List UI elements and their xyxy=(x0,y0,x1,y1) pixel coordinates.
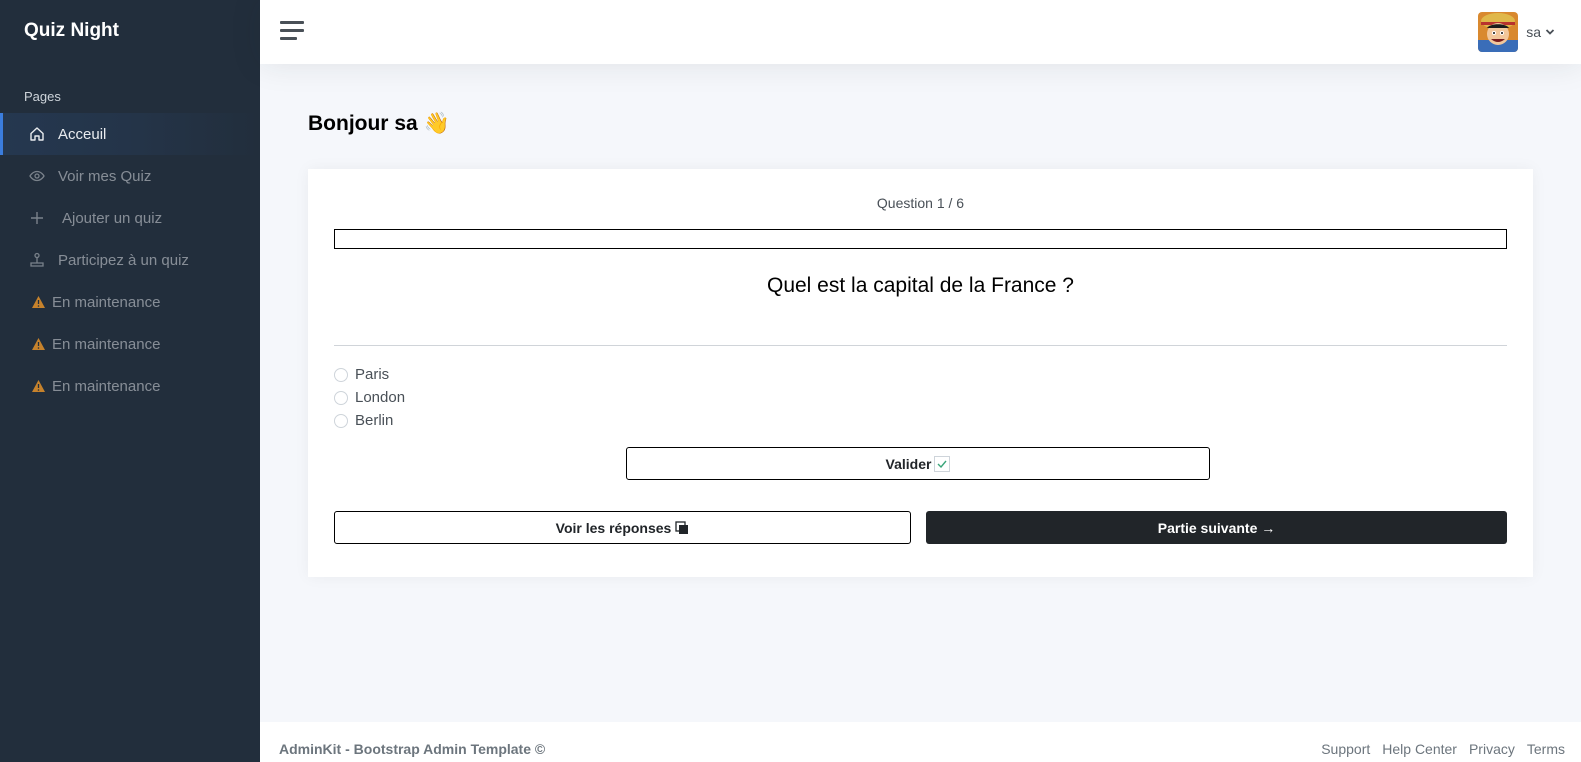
plus-icon xyxy=(28,209,46,227)
answer-option-paris[interactable]: Paris xyxy=(334,363,405,386)
sidebar-item-maintenance-3[interactable]: En maintenance xyxy=(0,365,260,407)
check-icon xyxy=(934,455,951,472)
validate-label: Valider xyxy=(885,455,932,472)
footer-link-privacy[interactable]: Privacy xyxy=(1469,741,1515,757)
radio-button[interactable] xyxy=(334,367,348,382)
sidebar-item-participez[interactable]: Participez à un quiz xyxy=(0,239,260,281)
home-icon xyxy=(28,125,46,143)
radio-button[interactable] xyxy=(334,413,348,428)
sidebar-item-maintenance-1[interactable]: En maintenance xyxy=(0,281,260,323)
main-content: Bonjour sa 👋 Question 1 / 6 Quel est la … xyxy=(260,64,1581,722)
next-part-button[interactable]: Partie suivante → xyxy=(926,511,1507,544)
sidebar-item-ajouter-un-quiz[interactable]: Ajouter un quiz xyxy=(0,197,260,239)
user-menu[interactable]: sa xyxy=(1478,12,1555,52)
answer-option-london[interactable]: London xyxy=(334,386,405,409)
warning-icon xyxy=(30,335,46,353)
answer-label: Paris xyxy=(355,366,390,383)
sidebar-item-label: En maintenance xyxy=(52,335,161,353)
sidebar-item-acceuil[interactable]: Acceuil xyxy=(0,113,260,155)
warning-icon xyxy=(30,293,46,311)
answer-option-berlin[interactable]: Berlin xyxy=(334,409,405,432)
copy-icon xyxy=(675,520,689,535)
radio-button[interactable] xyxy=(334,390,348,405)
quiz-card: Question 1 / 6 Quel est la capital de la… xyxy=(308,169,1533,577)
greeting-prefix: Bonjour xyxy=(308,112,389,135)
divider xyxy=(334,345,1507,346)
avatar[interactable] xyxy=(1478,12,1519,52)
answer-label: London xyxy=(355,389,406,406)
footer-link-terms[interactable]: Terms xyxy=(1527,741,1565,757)
user-name: sa xyxy=(1526,24,1541,40)
sidebar-item-voir-mes-quiz[interactable]: Voir mes Quiz xyxy=(0,155,260,197)
footer-link-help-center[interactable]: Help Center xyxy=(1382,741,1457,757)
sidebar-item-maintenance-2[interactable]: En maintenance xyxy=(0,323,260,365)
hamburger-menu-icon[interactable] xyxy=(280,21,304,41)
progress-bar xyxy=(334,229,1507,249)
sidebar-item-label: En maintenance xyxy=(52,377,161,395)
answer-label: Berlin xyxy=(355,412,394,429)
greeting-username: sa xyxy=(394,112,418,135)
footer-credit[interactable]: AdminKit - Bootstrap Admin Template © xyxy=(279,741,545,757)
topbar: sa xyxy=(260,0,1581,64)
question-text: Quel est la capital de la France ? xyxy=(766,274,1074,297)
sidebar-item-label: Acceuil xyxy=(58,125,107,143)
joystick-icon xyxy=(28,251,46,269)
wave-emoji-icon: 👋 xyxy=(423,112,450,135)
eye-icon xyxy=(28,167,46,185)
view-answers-label: Voir les réponses xyxy=(555,519,672,536)
sidebar: Quiz Night Pages Acceuil Voir mes Quiz A… xyxy=(0,0,260,762)
sidebar-nav: Acceuil Voir mes Quiz Ajouter un quiz Pa… xyxy=(0,113,260,407)
answer-options: Paris London Berlin xyxy=(334,363,405,432)
greeting: Bonjour sa 👋 xyxy=(308,112,450,136)
footer: AdminKit - Bootstrap Admin Template © Su… xyxy=(260,722,1581,762)
view-answers-button[interactable]: Voir les réponses xyxy=(334,511,911,544)
sidebar-item-label: Ajouter un quiz xyxy=(62,209,163,227)
footer-links: Support Help Center Privacy Terms xyxy=(1309,741,1565,757)
validate-button[interactable]: Valider xyxy=(626,447,1210,480)
sidebar-item-label: Participez à un quiz xyxy=(58,251,189,269)
chevron-down-icon xyxy=(1545,23,1555,41)
question-counter: Question 1 / 6 xyxy=(876,195,965,211)
sidebar-section-header: Pages xyxy=(24,89,61,104)
sidebar-item-label: Voir mes Quiz xyxy=(58,167,152,185)
brand-title[interactable]: Quiz Night xyxy=(24,20,119,42)
warning-icon xyxy=(30,377,46,395)
footer-link-support[interactable]: Support xyxy=(1321,741,1370,757)
sidebar-item-label: En maintenance xyxy=(52,293,161,311)
